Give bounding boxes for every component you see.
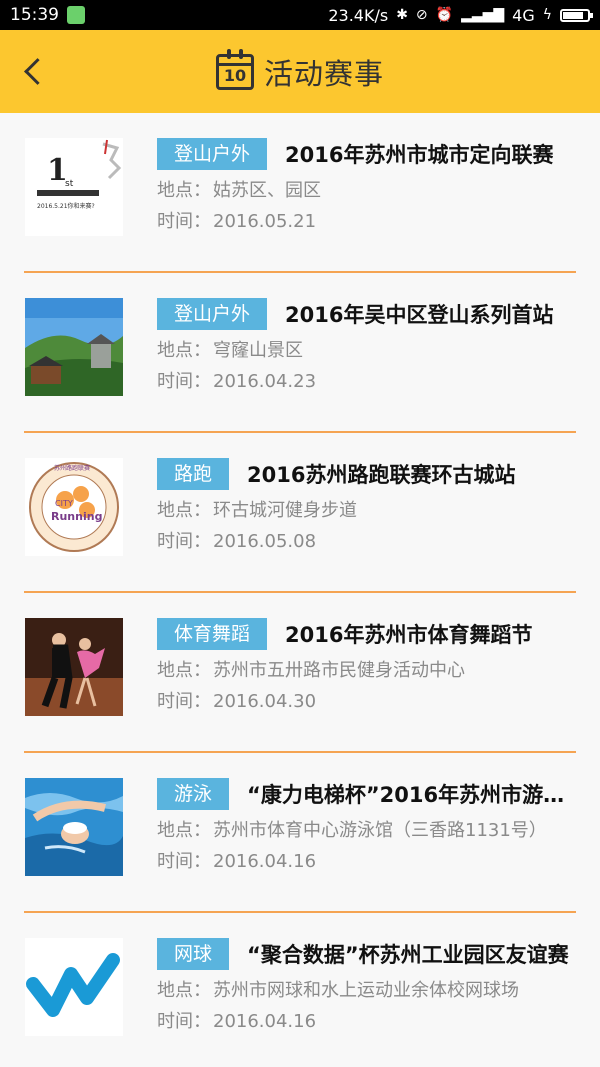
charging-icon: ϟ — [542, 7, 552, 23]
event-date: 时间： 2016.05.08 — [157, 531, 317, 552]
event-location: 地点： 苏州市网球和水上运动业余体校网球场 — [157, 980, 519, 1001]
event-thumbnail-orienteering: 1 st 2016.5.21你和来赛? — [25, 138, 123, 236]
event-thumbnail-city-running: CITY Running 苏州路跑联赛 — [25, 458, 123, 556]
running-city-text: CITY — [55, 499, 73, 508]
svg-text:st: st — [65, 179, 74, 189]
event-item[interactable]: 体育舞蹈 2016年苏州市体育舞蹈节 地点： 苏州市五卅路市民健身活动中心 时间：… — [0, 593, 600, 753]
event-date: 时间： 2016.05.21 — [157, 211, 317, 232]
event-date: 时间： 2016.04.16 — [157, 851, 317, 872]
category-tag: 登山户外 — [157, 298, 268, 330]
event-thumbnail-juhe-logo — [25, 938, 123, 1036]
bluetooth-icon: ✱ — [396, 7, 408, 23]
event-date: 时间： 2016.04.30 — [157, 691, 317, 712]
event-date: 时间： 2016.04.16 — [157, 1011, 317, 1032]
event-title: 2016年苏州市城市定向联赛 — [285, 143, 554, 167]
event-location: 地点： 苏州市五卅路市民健身活动中心 — [157, 660, 465, 681]
event-location: 地点： 环古城河健身步道 — [157, 500, 357, 521]
event-title: 2016年苏州市体育舞蹈节 — [285, 623, 533, 647]
event-location: 地点： 苏州市体育中心游泳馆（三香路1131号） — [157, 820, 547, 841]
network-type: 4G — [512, 5, 535, 25]
page-title: 活动赛事 — [263, 56, 384, 91]
calendar-icon: 10 — [215, 48, 254, 90]
event-thumbnail-mountain — [25, 298, 123, 396]
event-location: 地点： 姑苏区、园区 — [157, 180, 321, 201]
category-tag: 登山户外 — [157, 138, 268, 170]
orienteering-date-text: 2016.5.21你和来赛? — [37, 202, 95, 210]
category-tag: 游泳 — [157, 778, 230, 810]
status-time: 15:39 — [10, 5, 59, 25]
event-item[interactable]: 网球 “聚合数据”杯苏州工业园区友谊赛 地点： 苏州市网球和水上运动业余体校网球场… — [0, 913, 600, 1067]
signal-icon: ▂▃▅▇ — [461, 7, 505, 23]
category-tag: 网球 — [157, 938, 230, 970]
status-indicators: 23.4K/s ✱ ⊘ ⏰ ▂▃▅▇ 4G ϟ — [328, 5, 593, 25]
category-tag: 体育舞蹈 — [157, 618, 268, 650]
battery-icon — [560, 8, 593, 22]
event-item[interactable]: CITY Running 苏州路跑联赛 路跑 2016苏州路跑联赛环古城站 地点… — [0, 433, 600, 593]
event-list: 1 st 2016.5.21你和来赛? 登山户外 2016年苏州市城市定向联赛 … — [0, 113, 600, 1067]
event-item[interactable]: 游泳 “康力电梯杯”2016年苏州市游泳赛 地点： 苏州市体育中心游泳馆（三香路1… — [0, 753, 600, 913]
back-arrow-icon[interactable] — [20, 52, 50, 92]
running-badge-text: 苏州路跑联赛 — [54, 464, 90, 472]
event-location: 地点： 穹窿山景区 — [157, 340, 303, 361]
event-item[interactable]: 登山户外 2016年吴中区登山系列首站 地点： 穹窿山景区 时间： 2016.04.… — [0, 273, 600, 433]
network-speed: 23.4K/s — [328, 5, 389, 25]
event-item[interactable]: 1 st 2016.5.21你和来赛? 登山户外 2016年苏州市城市定向联赛 … — [0, 113, 600, 273]
status-bar: 15:39 23.4K/s ✱ ⊘ ⏰ ▂▃▅▇ 4G ϟ — [0, 0, 600, 30]
event-title: “康力电梯杯”2016年苏州市游泳赛 — [247, 783, 576, 807]
app-header: 10 活动赛事 — [0, 30, 600, 113]
calendar-day: 10 — [223, 65, 247, 85]
title-group: 10 活动赛事 — [215, 48, 384, 93]
category-tag: 路跑 — [157, 458, 230, 490]
alarm-icon: ⏰ — [435, 7, 454, 23]
event-date: 时间： 2016.04.23 — [157, 371, 317, 392]
event-title: 2016苏州路跑联赛环古城站 — [247, 463, 516, 487]
running-word-text: Running — [51, 510, 102, 523]
event-thumbnail-dance — [25, 618, 123, 716]
event-title: 2016年吴中区登山系列首站 — [285, 303, 554, 327]
event-title: “聚合数据”杯苏州工业园区友谊赛 — [247, 943, 569, 967]
event-thumbnail-swimming — [25, 778, 123, 876]
app-notification-icon — [67, 6, 85, 24]
mute-icon: ⊘ — [415, 7, 428, 23]
